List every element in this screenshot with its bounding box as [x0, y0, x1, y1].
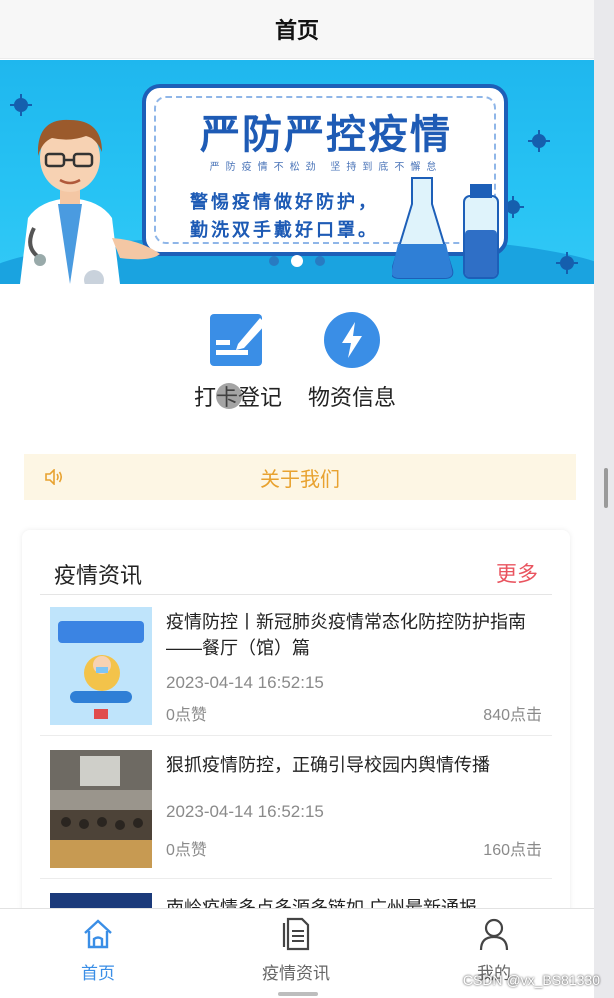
- carousel-dot[interactable]: [269, 256, 279, 266]
- page-title: 首页: [274, 18, 319, 43]
- banner-subtitle: 严防疫情不松劲 坚持到底不懈怠: [209, 162, 443, 173]
- banner-title: 严防严控疫情: [200, 113, 452, 157]
- home-indicator: [278, 992, 318, 996]
- user-icon: [479, 918, 509, 951]
- news-date: 2023-04-14 16:52:15: [166, 673, 324, 692]
- news-card-title: 疫情资讯: [54, 563, 143, 588]
- news-likes: 0点赞: [166, 707, 207, 724]
- more-link[interactable]: 更多: [496, 558, 538, 588]
- tab-news-label: 疫情资讯: [262, 964, 330, 983]
- banner-carousel[interactable]: 严防严控疫情 严防疫情不松劲 坚持到底不懈怠 警惕疫情做好防护， 勤洗双手戴好口…: [0, 60, 594, 284]
- supplies-label: 物资信息: [307, 385, 396, 410]
- news-thumbnail: [50, 607, 152, 725]
- news-card-header: 疫情资讯 更多: [22, 530, 570, 594]
- watermark: CSDN @vx_BS81330: [462, 972, 600, 988]
- app-screen: 首页 严防严控疫情 严防疫情不松劲 坚持到底不懈怠 警惕疫情做好防护， 勤洗双手…: [0, 0, 594, 998]
- news-title: 狠抓疫情防控，正确引导校园内舆情传播: [166, 755, 490, 775]
- carousel-indicator: [0, 255, 594, 267]
- news-thumbnail: [50, 750, 152, 868]
- news-item[interactable]: 狠抓疫情防控，正确引导校园内舆情传播 2023-04-14 16:52:15 0…: [40, 738, 552, 879]
- about-us-bar[interactable]: 关于我们: [24, 454, 576, 500]
- carousel-dot[interactable]: [315, 256, 325, 266]
- home-icon: [84, 919, 112, 949]
- tab-home-label: 首页: [81, 964, 115, 983]
- carousel-dot-active[interactable]: [291, 255, 303, 267]
- about-us-text: 关于我们: [260, 468, 340, 491]
- news-clicks: 840点击: [483, 707, 542, 724]
- touch-indicator: [216, 383, 242, 409]
- lightning-icon: [324, 312, 380, 368]
- news-likes: 0点赞: [166, 842, 207, 859]
- navigation-bar: 首页: [0, 0, 594, 59]
- virus-icon: [528, 130, 550, 152]
- document-icon: [282, 917, 310, 951]
- scrollbar-handle[interactable]: [604, 468, 608, 508]
- speaker-icon: [45, 469, 63, 485]
- news-clicks: 160点击: [483, 842, 542, 859]
- news-item[interactable]: 疫情防控丨新冠肺炎疫情常态化防控防护指南——餐厅（馆）篇 2023-04-14 …: [40, 595, 552, 736]
- tab-news[interactable]: 疫情资讯: [236, 917, 356, 984]
- edit-icon: [210, 314, 266, 366]
- news-date: 2023-04-14 16:52:15: [166, 802, 324, 821]
- flask-illustration: [392, 177, 499, 279]
- tab-home[interactable]: 首页: [38, 917, 158, 984]
- news-title: 疫情防控丨新冠肺炎疫情常态化防控防护指南——餐厅（馆）篇: [166, 612, 526, 658]
- supplies-shortcut[interactable]: 物资信息: [292, 310, 412, 420]
